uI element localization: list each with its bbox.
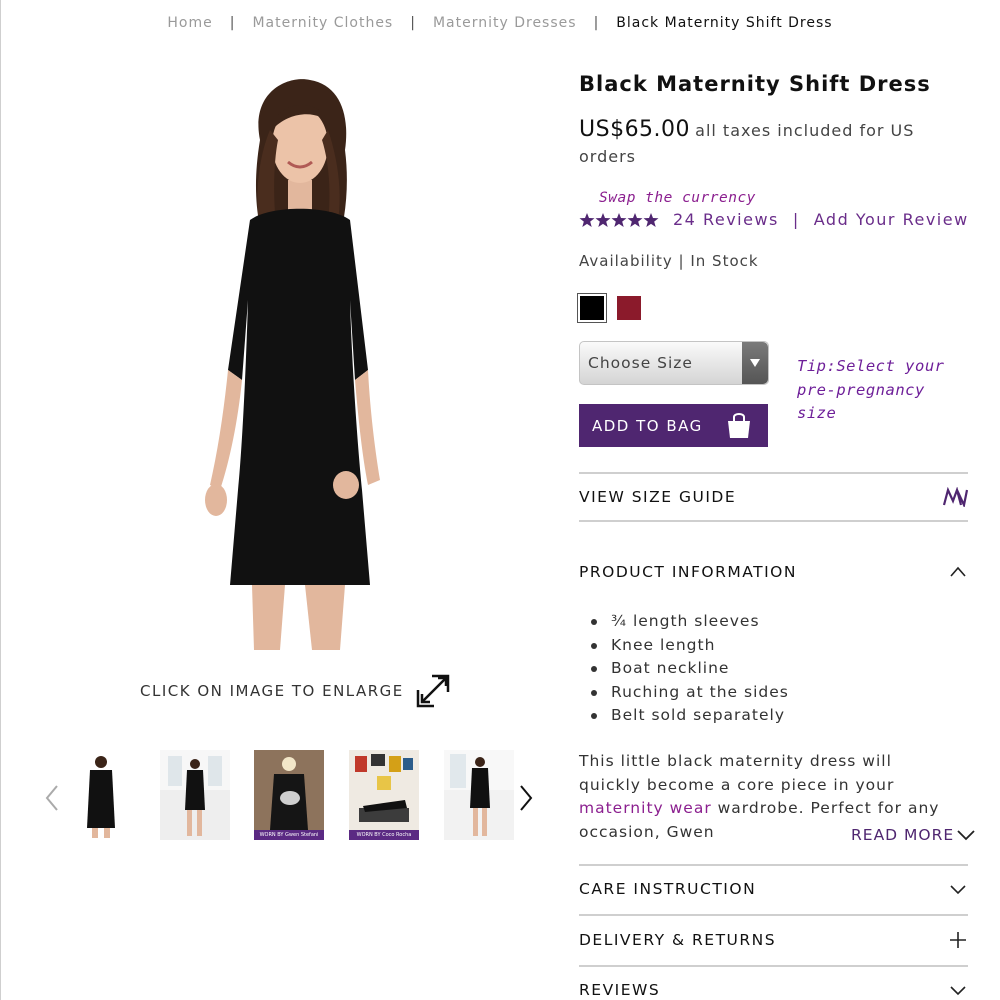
breadcrumb: Home | Maternity Clothes | Maternity Dre… bbox=[0, 12, 1000, 34]
star-rating bbox=[579, 212, 659, 228]
chevron-down-icon[interactable] bbox=[948, 879, 968, 899]
swap-currency-link[interactable]: Swap the currency bbox=[599, 190, 756, 206]
thumbnail-badge: WORN BY Coco Rocha bbox=[349, 830, 419, 840]
star-icon bbox=[595, 212, 611, 227]
dropdown-arrow-icon bbox=[742, 342, 768, 384]
size-tip: Tip:Select your pre-pregnancy size bbox=[797, 357, 945, 422]
color-swatch-burgundy[interactable] bbox=[617, 296, 641, 320]
divider bbox=[579, 864, 968, 866]
enlarge-label: CLICK ON IMAGE TO ENLARGE bbox=[140, 682, 404, 700]
reviews-label: REVIEWS bbox=[579, 981, 661, 999]
thumbnail-3[interactable]: WORN BY Gwen Stefani bbox=[254, 750, 324, 840]
thumbnail-5-image bbox=[444, 750, 514, 836]
thumbnail-prev-arrow-icon[interactable] bbox=[42, 782, 62, 814]
care-instruction-label: CARE INSTRUCTION bbox=[579, 880, 757, 898]
breadcrumb-separator: | bbox=[593, 15, 600, 31]
thumbnail-badge: WORN BY Gwen Stefani bbox=[254, 830, 324, 840]
breadcrumb-current: Black Maternity Shift Dress bbox=[616, 15, 833, 31]
size-guide-row[interactable]: VIEW SIZE GUIDE bbox=[579, 477, 968, 517]
divider bbox=[579, 520, 968, 522]
chevron-down-icon[interactable] bbox=[948, 980, 968, 1000]
color-swatch-black[interactable] bbox=[580, 296, 604, 320]
reviews-count-link[interactable]: 24 Reviews bbox=[673, 210, 779, 229]
description-text-start: This little black maternity dress will q… bbox=[579, 752, 895, 794]
care-instruction-header[interactable]: CARE INSTRUCTION bbox=[579, 869, 968, 909]
divider bbox=[579, 914, 968, 916]
add-to-bag-button[interactable]: ADD TO BAG bbox=[579, 404, 768, 447]
breadcrumb-home[interactable]: Home bbox=[167, 15, 212, 31]
page-edge bbox=[0, 0, 1, 1000]
plus-icon[interactable] bbox=[948, 930, 968, 950]
feature-item: Belt sold separately bbox=[591, 704, 789, 728]
chevron-up-icon[interactable] bbox=[948, 562, 968, 582]
thumbnail-1[interactable] bbox=[66, 750, 136, 840]
brand-logo-icon bbox=[942, 487, 968, 507]
breadcrumb-maternity-dresses[interactable]: Maternity Dresses bbox=[433, 15, 577, 31]
star-icon bbox=[643, 212, 659, 227]
thumbnail-4-image bbox=[349, 750, 419, 830]
feature-item: Boat neckline bbox=[591, 657, 789, 681]
breadcrumb-maternity-clothes[interactable]: Maternity Clothes bbox=[252, 15, 393, 31]
read-more-button[interactable]: READ MORE bbox=[851, 826, 976, 844]
size-guide-label: VIEW SIZE GUIDE bbox=[579, 488, 737, 506]
size-select[interactable]: Choose Size bbox=[579, 341, 769, 385]
size-select-value: Choose Size bbox=[588, 354, 693, 372]
thumbnail-5[interactable] bbox=[444, 750, 514, 840]
add-review-link[interactable]: Add Your Review bbox=[814, 210, 969, 229]
feature-item: Ruching at the sides bbox=[591, 681, 789, 705]
expand-icon[interactable] bbox=[416, 674, 450, 708]
main-product-image[interactable] bbox=[180, 70, 420, 650]
product-price: US$65.00 bbox=[579, 117, 691, 142]
price-block: US$65.00 all taxes included for US order… bbox=[579, 117, 939, 170]
divider bbox=[579, 965, 968, 967]
breadcrumb-separator: | bbox=[410, 15, 416, 31]
star-icon bbox=[611, 212, 627, 227]
enlarge-hint[interactable]: CLICK ON IMAGE TO ENLARGE bbox=[140, 674, 450, 708]
product-title: Black Maternity Shift Dress bbox=[579, 72, 931, 96]
delivery-returns-header[interactable]: DELIVERY & RETURNS bbox=[579, 920, 968, 960]
availability-status: Availability | In Stock bbox=[579, 252, 759, 270]
reviews-separator: | bbox=[792, 210, 800, 229]
thumbnail-2-image bbox=[160, 750, 230, 836]
shopping-bag-icon bbox=[728, 413, 750, 438]
star-icon bbox=[627, 212, 643, 227]
maternity-wear-link[interactable]: maternity wear bbox=[579, 799, 712, 817]
product-features-list: ¾ length sleeves Knee length Boat neckli… bbox=[591, 610, 789, 728]
product-information-label: PRODUCT INFORMATION bbox=[579, 563, 797, 581]
divider bbox=[579, 472, 968, 474]
breadcrumb-separator: | bbox=[229, 15, 236, 31]
feature-item: ¾ length sleeves bbox=[591, 610, 789, 634]
thumbnail-3-image bbox=[254, 750, 324, 830]
delivery-returns-label: DELIVERY & RETURNS bbox=[579, 931, 777, 949]
chevron-down-icon bbox=[957, 830, 975, 841]
feature-item: Knee length bbox=[591, 634, 789, 658]
star-icon bbox=[579, 212, 595, 227]
thumbnail-1-image bbox=[87, 756, 115, 838]
thumbnail-2[interactable] bbox=[160, 750, 230, 840]
read-more-label: READ MORE bbox=[851, 826, 955, 844]
product-information-header[interactable]: PRODUCT INFORMATION bbox=[579, 552, 968, 592]
rating-row: 24 Reviews | Add Your Review bbox=[579, 210, 969, 229]
add-to-bag-label: ADD TO BAG bbox=[592, 416, 703, 435]
reviews-header[interactable]: REVIEWS bbox=[579, 970, 968, 1000]
thumbnail-4[interactable]: WORN BY Coco Rocha bbox=[349, 750, 419, 840]
thumbnail-next-arrow-icon[interactable] bbox=[516, 782, 536, 814]
